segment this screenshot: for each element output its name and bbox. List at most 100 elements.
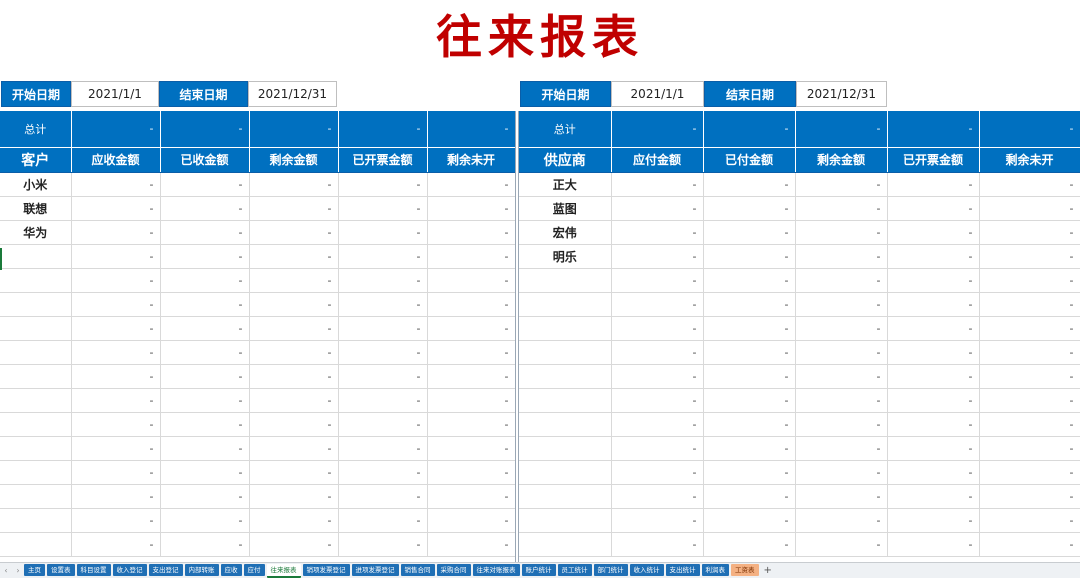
supplier-name-cell[interactable]: 正大	[519, 172, 612, 197]
customer-amount-cell[interactable]: -	[160, 316, 250, 341]
customer-amount-cell[interactable]: -	[160, 532, 250, 557]
sheet-tab[interactable]: 利润表	[701, 563, 729, 576]
supplier-name-cell[interactable]	[519, 412, 612, 437]
sheet-tab[interactable]: 收入统计	[629, 563, 664, 576]
supplier-total-cell[interactable]: -	[611, 111, 704, 148]
supplier-amount-cell[interactable]: -	[611, 436, 704, 461]
customer-amount-cell[interactable]: -	[427, 340, 516, 365]
supplier-amount-cell[interactable]: -	[795, 220, 888, 245]
customer-amount-cell[interactable]: -	[160, 364, 250, 389]
customer-amount-cell[interactable]: -	[71, 316, 161, 341]
supplier-name-cell[interactable]: 宏伟	[519, 220, 612, 245]
supplier-amount-cell[interactable]: -	[795, 460, 888, 485]
supplier-amount-cell[interactable]: -	[611, 340, 704, 365]
customer-amount-cell[interactable]: -	[427, 292, 516, 317]
customer-amount-cell[interactable]: -	[160, 460, 250, 485]
sheet-tab[interactable]: 设置表	[47, 563, 75, 576]
customer-amount-cell[interactable]: -	[427, 484, 516, 509]
customer-amount-cell[interactable]: -	[71, 244, 161, 269]
customer-total-cell[interactable]: -	[249, 111, 339, 148]
supplier-amount-cell[interactable]: -	[795, 268, 888, 293]
customer-amount-cell[interactable]: -	[249, 244, 339, 269]
customer-name-cell[interactable]	[0, 388, 72, 413]
customer-amount-cell[interactable]: -	[338, 412, 428, 437]
supplier-amount-cell[interactable]: -	[887, 412, 980, 437]
customer-column-header[interactable]: 应收金额	[71, 147, 161, 173]
sheet-tab[interactable]: 内部转账	[184, 563, 219, 576]
supplier-amount-cell[interactable]: -	[611, 172, 704, 197]
supplier-amount-cell[interactable]: -	[795, 412, 888, 437]
customer-amount-cell[interactable]: -	[249, 340, 339, 365]
supplier-amount-cell[interactable]: -	[887, 364, 980, 389]
supplier-amount-cell[interactable]: -	[795, 532, 888, 557]
supplier-amount-cell[interactable]: -	[795, 436, 888, 461]
customer-name-cell[interactable]	[0, 436, 72, 461]
supplier-amount-cell[interactable]: -	[703, 436, 796, 461]
sheet-tab[interactable]: 采购合同	[436, 563, 471, 576]
supplier-amount-cell[interactable]: -	[979, 196, 1080, 221]
customer-amount-cell[interactable]: -	[71, 412, 161, 437]
supplier-amount-cell[interactable]: -	[795, 316, 888, 341]
supplier-amount-cell[interactable]: -	[611, 316, 704, 341]
customer-amount-cell[interactable]: -	[249, 196, 339, 221]
supplier-column-header[interactable]: 剩余未开	[979, 147, 1080, 173]
customer-name-cell[interactable]	[0, 532, 72, 557]
customer-amount-cell[interactable]: -	[338, 508, 428, 533]
customer-amount-cell[interactable]: -	[160, 484, 250, 509]
customer-amount-cell[interactable]: -	[71, 508, 161, 533]
sheet-tab[interactable]: 部门统计	[593, 563, 628, 576]
customer-amount-cell[interactable]: -	[249, 412, 339, 437]
customer-amount-cell[interactable]: -	[427, 364, 516, 389]
supplier-amount-cell[interactable]: -	[795, 508, 888, 533]
customer-amount-cell[interactable]: -	[71, 460, 161, 485]
supplier-amount-cell[interactable]: -	[611, 484, 704, 509]
customer-amount-cell[interactable]: -	[71, 532, 161, 557]
customer-amount-cell[interactable]: -	[71, 292, 161, 317]
customer-column-header[interactable]: 客户	[0, 147, 72, 173]
supplier-amount-cell[interactable]: -	[979, 532, 1080, 557]
customer-amount-cell[interactable]: -	[249, 364, 339, 389]
customer-amount-cell[interactable]: -	[427, 316, 516, 341]
sheet-tab[interactable]: 销项发票登记	[302, 563, 350, 576]
customer-amount-cell[interactable]: -	[249, 460, 339, 485]
supplier-amount-cell[interactable]: -	[795, 364, 888, 389]
customer-amount-cell[interactable]: -	[249, 388, 339, 413]
customer-amount-cell[interactable]: -	[427, 412, 516, 437]
customer-amount-cell[interactable]: -	[160, 220, 250, 245]
right-end-date-input[interactable]: 2021/12/31	[796, 81, 887, 107]
customer-amount-cell[interactable]: -	[71, 364, 161, 389]
supplier-total-cell[interactable]: -	[887, 111, 980, 148]
supplier-amount-cell[interactable]: -	[703, 532, 796, 557]
customer-amount-cell[interactable]: -	[249, 172, 339, 197]
customer-total-cell[interactable]: -	[338, 111, 428, 148]
customer-amount-cell[interactable]: -	[249, 508, 339, 533]
customer-amount-cell[interactable]: -	[338, 196, 428, 221]
customer-amount-cell[interactable]: -	[427, 508, 516, 533]
supplier-amount-cell[interactable]: -	[887, 316, 980, 341]
tab-prev-icon[interactable]: ‹	[0, 566, 12, 575]
supplier-amount-cell[interactable]: -	[887, 436, 980, 461]
supplier-amount-cell[interactable]: -	[887, 508, 980, 533]
supplier-amount-cell[interactable]: -	[703, 484, 796, 509]
customer-name-cell[interactable]	[0, 460, 72, 485]
supplier-amount-cell[interactable]: -	[703, 460, 796, 485]
supplier-amount-cell[interactable]: -	[979, 460, 1080, 485]
customer-amount-cell[interactable]: -	[160, 172, 250, 197]
customer-amount-cell[interactable]: -	[249, 436, 339, 461]
sheet-tab[interactable]: 支出统计	[665, 563, 700, 576]
supplier-name-cell[interactable]	[519, 340, 612, 365]
customer-amount-cell[interactable]: -	[427, 388, 516, 413]
customer-name-cell[interactable]	[0, 340, 72, 365]
customer-amount-cell[interactable]: -	[249, 292, 339, 317]
customer-amount-cell[interactable]: -	[427, 436, 516, 461]
supplier-amount-cell[interactable]: -	[887, 484, 980, 509]
supplier-amount-cell[interactable]: -	[703, 244, 796, 269]
supplier-amount-cell[interactable]: -	[979, 172, 1080, 197]
sheet-tab[interactable]: 账户统计	[521, 563, 556, 576]
supplier-amount-cell[interactable]: -	[795, 388, 888, 413]
customer-amount-cell[interactable]: -	[160, 340, 250, 365]
supplier-amount-cell[interactable]: -	[611, 388, 704, 413]
supplier-name-cell[interactable]	[519, 460, 612, 485]
customer-amount-cell[interactable]: -	[427, 460, 516, 485]
supplier-column-header[interactable]: 供应商	[519, 147, 612, 173]
